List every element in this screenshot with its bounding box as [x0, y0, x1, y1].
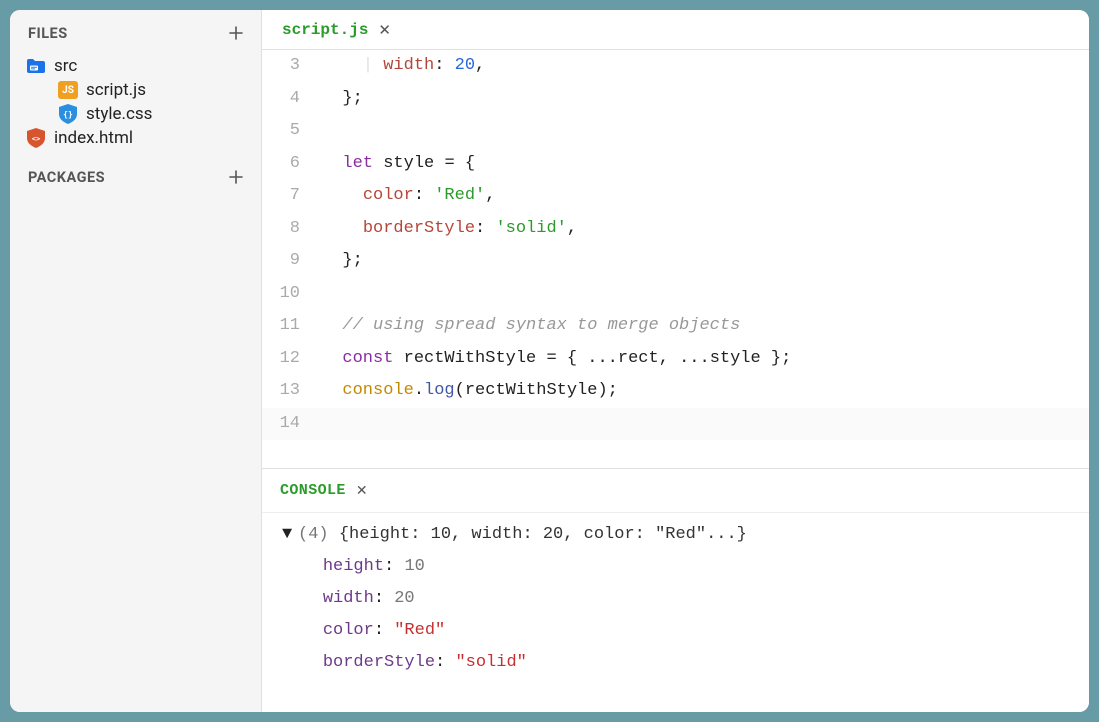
- code-text: };: [322, 245, 1089, 278]
- main-area: script.js ✕ 3 | width: 20,4 };5 6 let st…: [262, 10, 1089, 712]
- line-number: 13: [262, 375, 322, 408]
- line-number: 4: [262, 83, 322, 116]
- code-line[interactable]: 3 | width: 20,: [262, 50, 1089, 83]
- code-text: };: [322, 83, 1089, 116]
- file-tree-item[interactable]: src: [18, 54, 253, 78]
- plus-icon: [229, 170, 243, 184]
- console-header: CONSOLE ✕: [262, 469, 1089, 513]
- code-text: borderStyle: 'solid',: [322, 213, 1089, 246]
- close-console-button[interactable]: ✕: [356, 483, 368, 499]
- console-log-property: height: 10: [282, 551, 1069, 583]
- line-number: 12: [262, 343, 322, 376]
- file-tree-item-label: style.css: [86, 104, 152, 124]
- code-text: console.log(rectWithStyle);: [322, 375, 1089, 408]
- plus-icon: [229, 26, 243, 40]
- line-number: 5: [262, 115, 322, 148]
- console-log-property: width: 20: [282, 583, 1069, 615]
- code-text: let style = {: [322, 148, 1089, 181]
- close-tab-button[interactable]: ✕: [378, 21, 391, 39]
- editor-window: FILES src JS script.js {} style.css <> index.h…: [10, 10, 1089, 712]
- html-file-icon: <>: [26, 129, 46, 147]
- console-output[interactable]: ▼(4) {height: 10, width: 20, color: "Red…: [262, 513, 1089, 712]
- code-line[interactable]: 10: [262, 278, 1089, 311]
- code-line[interactable]: 9 };: [262, 245, 1089, 278]
- svg-text:{}: {}: [63, 110, 73, 119]
- add-file-button[interactable]: [225, 22, 247, 44]
- disclosure-triangle-icon[interactable]: ▼: [282, 519, 298, 551]
- line-number: 10: [262, 278, 322, 311]
- line-number: 14: [262, 408, 322, 441]
- code-line[interactable]: 13 console.log(rectWithStyle);: [262, 375, 1089, 408]
- code-text: [322, 408, 1089, 441]
- file-tree-item[interactable]: {} style.css: [18, 102, 253, 126]
- line-number: 3: [262, 50, 322, 83]
- line-number: 8: [262, 213, 322, 246]
- line-number: 7: [262, 180, 322, 213]
- code-line[interactable]: 14: [262, 408, 1089, 441]
- console-log-summary[interactable]: ▼(4) {height: 10, width: 20, color: "Red…: [282, 519, 1069, 551]
- code-line[interactable]: 11 // using spread syntax to merge objec…: [262, 310, 1089, 343]
- folder-icon: [26, 57, 46, 75]
- file-tree-item[interactable]: JS script.js: [18, 78, 253, 102]
- file-tree: src JS script.js {} style.css <> index.html: [10, 54, 261, 160]
- console-log-property: borderStyle: "solid": [282, 647, 1069, 679]
- svg-text:<>: <>: [32, 135, 40, 143]
- code-line[interactable]: 4 };: [262, 83, 1089, 116]
- packages-section-header: PACKAGES: [10, 160, 261, 198]
- code-line[interactable]: 7 color: 'Red',: [262, 180, 1089, 213]
- code-line[interactable]: 12 const rectWithStyle = { ...rect, ...s…: [262, 343, 1089, 376]
- file-tree-item[interactable]: <> index.html: [18, 126, 253, 150]
- code-line[interactable]: 5: [262, 115, 1089, 148]
- tab-bar: script.js ✕: [262, 10, 1089, 50]
- code-line[interactable]: 6 let style = {: [262, 148, 1089, 181]
- sidebar: FILES src JS script.js {} style.css <> index.h…: [10, 10, 262, 712]
- tab-script-js[interactable]: script.js ✕: [272, 10, 401, 49]
- code-line[interactable]: 8 borderStyle: 'solid',: [262, 213, 1089, 246]
- file-tree-item-label: script.js: [86, 80, 146, 100]
- line-number: 11: [262, 310, 322, 343]
- tab-label: script.js: [282, 21, 368, 39]
- add-package-button[interactable]: [225, 166, 247, 188]
- console-title: CONSOLE: [280, 482, 346, 499]
- code-text: const rectWithStyle = { ...rect, ...styl…: [322, 343, 1089, 376]
- files-section-header: FILES: [10, 16, 261, 54]
- code-text: [322, 278, 1089, 311]
- code-text: [322, 115, 1089, 148]
- line-number: 6: [262, 148, 322, 181]
- code-text: // using spread syntax to merge objects: [322, 310, 1089, 343]
- js-file-icon: JS: [58, 81, 78, 99]
- file-tree-item-label: src: [54, 56, 77, 76]
- files-section-label: FILES: [28, 25, 68, 42]
- code-editor[interactable]: 3 | width: 20,4 };5 6 let style = {7 col…: [262, 50, 1089, 468]
- css-file-icon: {}: [58, 105, 78, 123]
- packages-section-label: PACKAGES: [28, 169, 105, 186]
- console-panel: CONSOLE ✕ ▼(4) {height: 10, width: 20, c…: [262, 468, 1089, 712]
- code-text: color: 'Red',: [322, 180, 1089, 213]
- file-tree-item-label: index.html: [54, 128, 133, 148]
- console-log-property: color: "Red": [282, 615, 1069, 647]
- code-text: | width: 20,: [322, 50, 1089, 83]
- line-number: 9: [262, 245, 322, 278]
